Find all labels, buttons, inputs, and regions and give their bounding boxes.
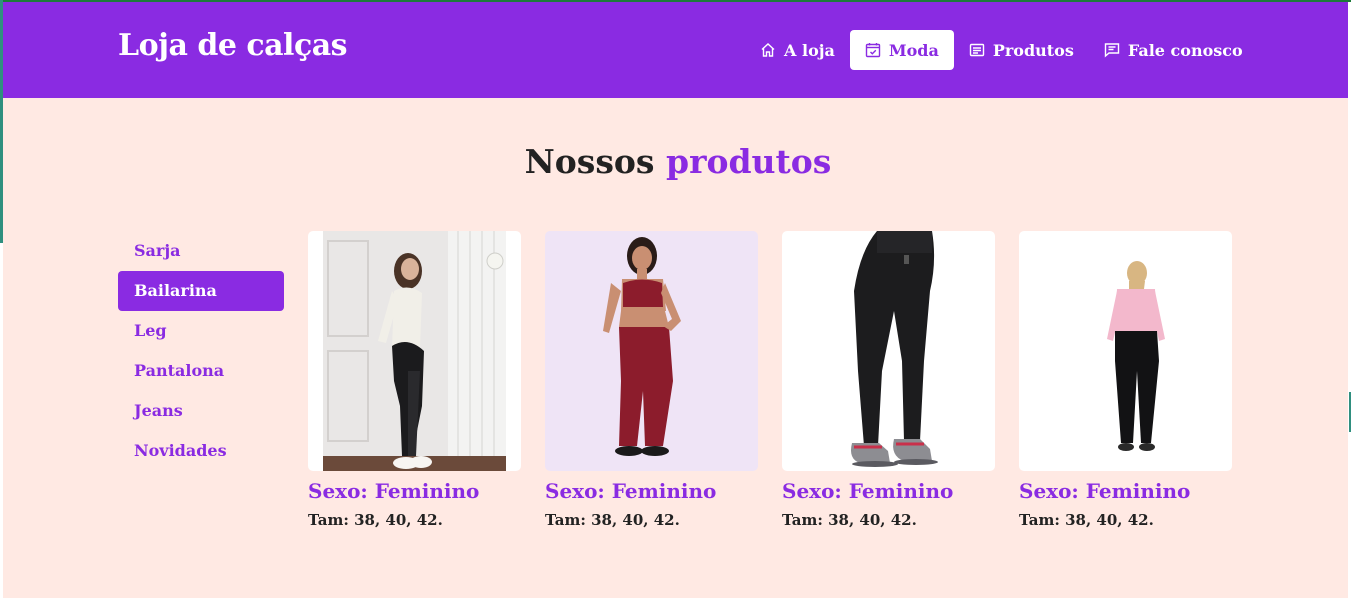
- product-image[interactable]: [545, 231, 758, 471]
- product-title[interactable]: Sexo: Feminino: [1019, 479, 1232, 503]
- product-sizes: Tam: 38, 40, 42.: [782, 511, 917, 529]
- navbar: Loja de calças A loja Moda Produtos Fale…: [3, 2, 1348, 98]
- product-grid: Sexo: Feminino Tam: 38, 40, 42. Sexo: Fe…: [308, 231, 1256, 529]
- product-image[interactable]: [1019, 231, 1232, 471]
- list-icon: [969, 43, 985, 57]
- nav-item-a-loja[interactable]: A loja: [745, 30, 850, 70]
- main-content: Nossos produtos Sarja Bailarina Leg Pant…: [3, 98, 1348, 598]
- page-title: Nossos produtos: [3, 142, 1351, 181]
- product-title[interactable]: Sexo: Feminino: [782, 479, 995, 503]
- nav-item-label: Produtos: [992, 40, 1074, 60]
- product-title[interactable]: Sexo: Feminino: [545, 479, 758, 503]
- product-card[interactable]: Sexo: Feminino Tam: 38, 40, 42.: [545, 231, 758, 529]
- product-card[interactable]: Sexo: Feminino Tam: 38, 40, 42.: [308, 231, 521, 529]
- calendar-check-icon: [865, 43, 881, 58]
- sidebar-item-leg[interactable]: Leg: [118, 311, 284, 351]
- home-icon: [761, 43, 775, 57]
- product-sizes: Tam: 38, 40, 42.: [1019, 511, 1154, 529]
- product-image[interactable]: [308, 231, 521, 471]
- sidebar-item-jeans[interactable]: Jeans: [118, 391, 284, 431]
- nav-item-label: Moda: [888, 40, 939, 60]
- sidebar-item-bailarina[interactable]: Bailarina: [118, 271, 284, 311]
- page-title-prefix: Nossos: [524, 142, 655, 181]
- main-nav: A loja Moda Produtos Fale conosco: [745, 30, 1258, 70]
- nav-item-label: Fale conosco: [1127, 40, 1243, 60]
- chat-icon: [1104, 43, 1120, 58]
- page-bottom-strip: [0, 598, 1351, 609]
- sidebar-item-pantalona[interactable]: Pantalona: [118, 351, 284, 391]
- product-card[interactable]: Sexo: Feminino Tam: 38, 40, 42.: [782, 231, 995, 529]
- category-sidebar: Sarja Bailarina Leg Pantalona Jeans Novi…: [118, 231, 284, 471]
- brand-title[interactable]: Loja de calças: [118, 28, 348, 63]
- product-card[interactable]: Sexo: Feminino Tam: 38, 40, 42.: [1019, 231, 1232, 529]
- nav-item-produtos[interactable]: Produtos: [954, 30, 1089, 70]
- nav-item-fale-conosco[interactable]: Fale conosco: [1089, 30, 1258, 70]
- page-title-accent: produtos: [666, 142, 832, 181]
- sidebar-item-novidades[interactable]: Novidades: [118, 431, 284, 471]
- sidebar-item-sarja[interactable]: Sarja: [118, 231, 284, 271]
- nav-item-label: A loja: [784, 40, 835, 60]
- product-title[interactable]: Sexo: Feminino: [308, 479, 521, 503]
- product-sizes: Tam: 38, 40, 42.: [545, 511, 680, 529]
- product-image[interactable]: [782, 231, 995, 471]
- product-sizes: Tam: 38, 40, 42.: [308, 511, 443, 529]
- nav-item-moda[interactable]: Moda: [849, 30, 954, 70]
